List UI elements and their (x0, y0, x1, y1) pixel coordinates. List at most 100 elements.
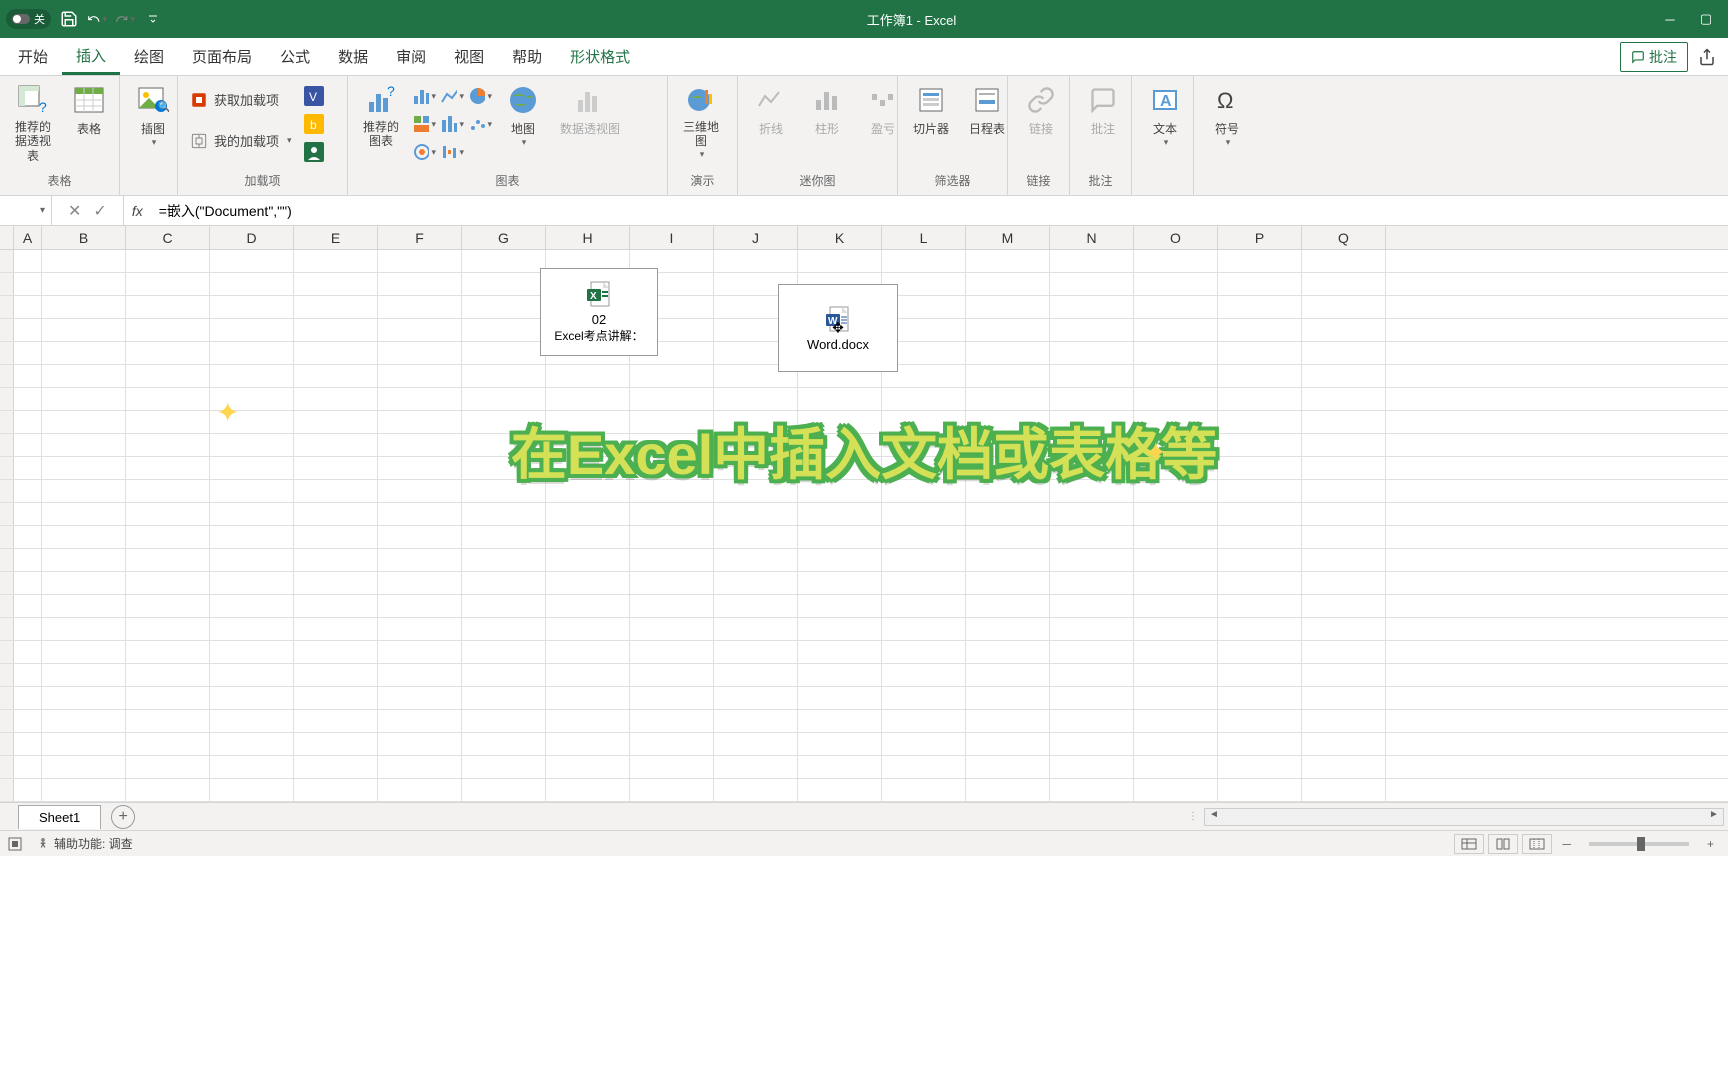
column-chart-icon[interactable]: ▾ (412, 84, 436, 108)
select-all-corner[interactable] (0, 226, 14, 249)
sparkle-icon: ✦ (1144, 436, 1167, 469)
col-header-I[interactable]: I (630, 226, 714, 249)
recommend-charts-button[interactable]: ? 推荐的 图表 (356, 80, 406, 153)
spreadsheet-grid[interactable]: X 02 Excel考点讲解： W Word.docx ✥ (0, 250, 1728, 802)
zoom-slider[interactable] (1589, 842, 1689, 846)
tab-draw[interactable]: 绘图 (120, 38, 178, 75)
col-header-Q[interactable]: Q (1302, 226, 1386, 249)
timeline-button[interactable]: 日程表 (962, 80, 1012, 141)
tab-shape-format[interactable]: 形状格式 (556, 38, 644, 75)
sparkline-line-button[interactable]: 折线 (746, 80, 796, 141)
column-headers: A B C D E F G H I J K L M N O P Q (0, 226, 1728, 250)
scatter-chart-icon[interactable]: ▾ (468, 112, 492, 136)
pivot-chart-button[interactable]: 数据透视图 (554, 80, 626, 141)
col-header-K[interactable]: K (798, 226, 882, 249)
sheet-tab-1[interactable]: Sheet1 (18, 805, 101, 829)
tab-home[interactable]: 开始 (4, 38, 62, 75)
auto-save-toggle[interactable]: 关 (6, 9, 51, 29)
col-header-B[interactable]: B (42, 226, 126, 249)
symbol-button[interactable]: Ω 符号 ▾ (1202, 80, 1252, 152)
page-break-view-button[interactable] (1522, 834, 1552, 854)
col-header-M[interactable]: M (966, 226, 1050, 249)
group-label-filters: 筛选器 (906, 170, 999, 191)
embedded-obj1-line2: Excel考点讲解： (554, 327, 643, 344)
tab-view[interactable]: 视图 (440, 38, 498, 75)
minimize-icon[interactable]: ─ (1660, 9, 1680, 29)
people-addin-icon[interactable] (302, 140, 326, 164)
scroll-left-icon[interactable]: ◄ (1205, 809, 1223, 825)
save-icon[interactable] (59, 9, 79, 29)
share-icon[interactable] (1698, 48, 1716, 66)
3d-map-button[interactable]: 三维地 图 ▾ (676, 80, 726, 164)
comments-button-label: 批注 (1649, 47, 1677, 67)
qat-customize-icon[interactable] (143, 9, 163, 29)
undo-icon[interactable]: ▾ (87, 9, 107, 29)
col-header-D[interactable]: D (210, 226, 294, 249)
maximize-icon[interactable]: ▢ (1696, 9, 1716, 29)
tab-page-layout[interactable]: 页面布局 (178, 38, 266, 75)
waterfall-chart-icon[interactable]: ▾ (440, 140, 464, 164)
col-header-L[interactable]: L (882, 226, 966, 249)
slicer-icon (915, 84, 947, 116)
col-header-E[interactable]: E (294, 226, 378, 249)
tab-formulas[interactable]: 公式 (266, 38, 324, 75)
page-layout-view-button[interactable] (1488, 834, 1518, 854)
embedded-word-object[interactable]: W Word.docx ✥ (778, 284, 898, 372)
get-addins-button[interactable]: 获取加载项 (186, 88, 296, 111)
svg-text:Ω: Ω (1217, 88, 1233, 113)
embedded-excel-object[interactable]: X 02 Excel考点讲解： (540, 268, 658, 356)
embedded-obj1-line1: 02 (592, 312, 606, 327)
visio-addin-icon[interactable]: V (302, 84, 326, 108)
record-macro-icon[interactable] (8, 837, 22, 851)
omega-icon: Ω (1211, 84, 1243, 116)
add-sheet-button[interactable]: + (111, 805, 135, 829)
comment-button[interactable]: 批注 (1078, 80, 1128, 141)
table-button[interactable]: 表格 (64, 80, 114, 141)
normal-view-button[interactable] (1454, 834, 1484, 854)
pie-chart-icon[interactable]: ▾ (468, 84, 492, 108)
maps-button[interactable]: 地图 ▾ (498, 80, 548, 152)
cancel-formula-icon[interactable]: ✕ (68, 201, 81, 221)
col-header-C[interactable]: C (126, 226, 210, 249)
col-header-A[interactable]: A (14, 226, 42, 249)
col-header-O[interactable]: O (1134, 226, 1218, 249)
fx-icon[interactable]: fx (124, 203, 151, 219)
excel-file-icon: X (585, 280, 613, 308)
group-label-tables: 表格 (8, 170, 111, 191)
tab-insert[interactable]: 插入 (62, 38, 120, 75)
horizontal-scrollbar[interactable]: ◄ ► (1204, 808, 1724, 826)
hierarchy-chart-icon[interactable]: ▾ (412, 112, 436, 136)
pivot-recommend-button[interactable]: ? 推荐的 据透视表 (8, 80, 58, 167)
pictures-icon: 🔍 (137, 84, 169, 116)
line-chart-icon[interactable]: ▾ (440, 84, 464, 108)
tab-help[interactable]: 帮助 (498, 38, 556, 75)
col-header-F[interactable]: F (378, 226, 462, 249)
sheet-tab-bar: Sheet1 + ⋮ ◄ ► (0, 802, 1728, 830)
name-box[interactable]: ▾ (0, 196, 52, 225)
scroll-right-icon[interactable]: ► (1705, 809, 1723, 825)
bing-addin-icon[interactable]: b (302, 112, 326, 136)
combo-chart-icon[interactable]: ▾ (412, 140, 436, 164)
col-header-P[interactable]: P (1218, 226, 1302, 249)
comments-button[interactable]: 批注 (1620, 42, 1688, 72)
text-button[interactable]: A 文本 ▾ (1140, 80, 1190, 152)
link-button[interactable]: 链接 (1016, 80, 1066, 141)
col-header-G[interactable]: G (462, 226, 546, 249)
tab-data[interactable]: 数据 (324, 38, 382, 75)
my-addins-button[interactable]: 我的加载项 ▾ (186, 129, 296, 152)
col-header-J[interactable]: J (714, 226, 798, 249)
slicer-button[interactable]: 切片器 (906, 80, 956, 141)
stat-chart-icon[interactable]: ▾ (440, 112, 464, 136)
formula-input[interactable] (151, 203, 1728, 219)
sparkline-column-button[interactable]: 柱形 (802, 80, 852, 141)
chart-recommend-icon: ? (365, 84, 397, 116)
svg-text:🔍: 🔍 (158, 100, 169, 113)
accept-formula-icon[interactable]: ✓ (93, 201, 106, 221)
tab-review[interactable]: 审阅 (382, 38, 440, 75)
col-header-H[interactable]: H (546, 226, 630, 249)
redo-icon[interactable]: ▾ (115, 9, 135, 29)
group-label-comments: 批注 (1078, 170, 1123, 191)
col-header-N[interactable]: N (1050, 226, 1134, 249)
pictures-button[interactable]: 🔍 插图 ▾ (128, 80, 178, 152)
accessibility-icon[interactable] (36, 837, 50, 851)
